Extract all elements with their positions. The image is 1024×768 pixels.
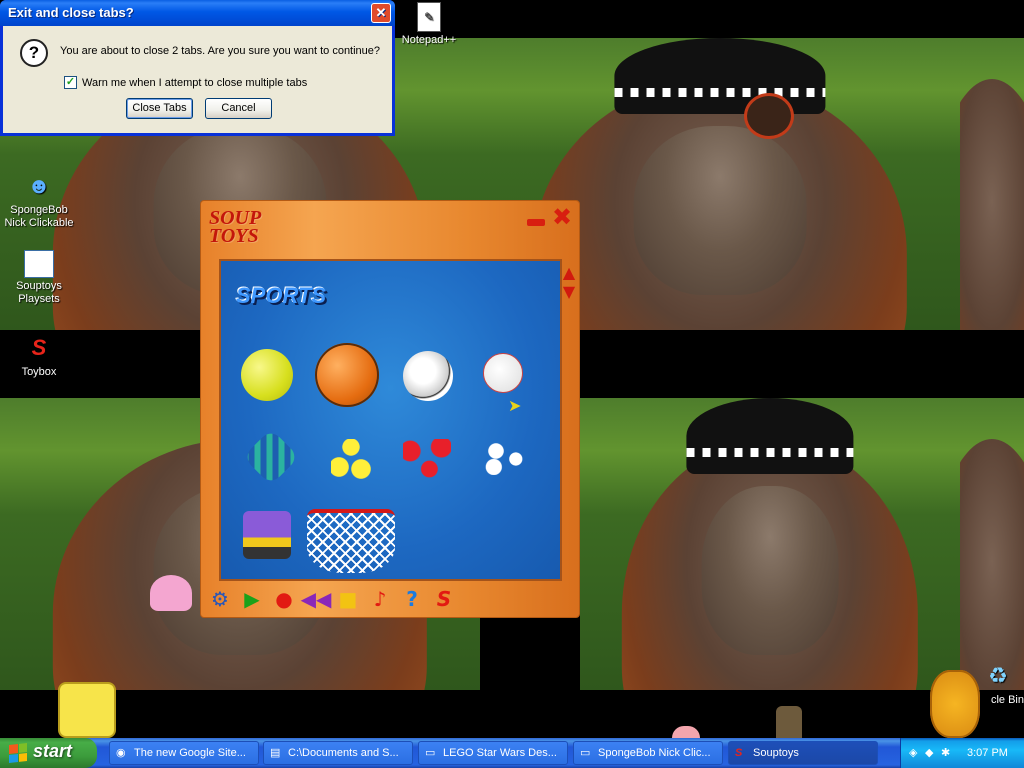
wallpaper-tile	[960, 398, 1024, 690]
window-icon	[24, 250, 54, 278]
lego-badge-icon	[744, 93, 794, 139]
souptoys-s-icon: S	[735, 747, 743, 759]
notepad-icon: ✎	[417, 2, 441, 32]
warn-checkbox[interactable]: ✓	[64, 76, 77, 89]
baseball[interactable]	[483, 353, 523, 393]
section-title: SPORTS	[236, 283, 327, 308]
close-icon: ✖	[552, 203, 573, 231]
wallpaper-tile	[960, 38, 1024, 330]
toy-panel: SPORTS	[219, 259, 562, 581]
close-tabs-dialog: Exit and close tabs? ✕ ? You are about t…	[0, 0, 395, 136]
dialog-close-button[interactable]: ✕	[371, 3, 391, 23]
help-icon[interactable]: ?	[399, 586, 425, 612]
start-label: start	[33, 741, 73, 761]
desktop-icon-spongebob[interactable]: ☻ SpongeBob Nick Clickable	[4, 170, 74, 230]
taskbar-item-documents[interactable]: ▤ C:\Documents and S...	[263, 741, 413, 765]
scroll-up-icon: ▲	[562, 263, 576, 282]
system-tray: ◈ ◆ ✱ 3:07 PM	[900, 738, 1024, 768]
white-balls[interactable]	[485, 443, 529, 475]
patrick-head-icon	[672, 726, 700, 738]
taskbar-item-souptoys[interactable]: S Souptoys	[728, 741, 878, 765]
souptoys-s-icon[interactable]: S	[431, 586, 457, 612]
record-icon[interactable]: ●	[271, 586, 297, 612]
spongebob-character-icon	[58, 682, 116, 738]
basketball-hoop[interactable]	[307, 509, 395, 573]
taskbar-item-google-sites[interactable]: ◉ The new Google Site...	[109, 741, 259, 765]
start-button[interactable]: start	[0, 738, 97, 768]
tray-icon[interactable]: ◈	[909, 746, 917, 759]
desktop-icon-toybox[interactable]: S Toybox	[4, 332, 74, 378]
folder-icon: ▤	[270, 747, 281, 759]
windows-logo-icon	[9, 743, 27, 763]
jellyfish-icon	[150, 575, 192, 611]
recycle-bin-icon: ♻	[988, 663, 1008, 688]
window-icon: ▭	[425, 747, 436, 759]
desktop-icon-playsets[interactable]: Souptoys Playsets	[4, 250, 74, 306]
taskbar-item-lego[interactable]: ▭ LEGO Star Wars Des...	[418, 741, 568, 765]
taskbar-item-spongebob[interactable]: ▭ SpongeBob Nick Clic...	[573, 741, 723, 765]
stop-icon[interactable]: ■	[335, 586, 361, 612]
cancel-button[interactable]: Cancel	[205, 98, 272, 119]
souptoys-logo: SOUP TOYS	[209, 207, 261, 247]
scroll-arrows[interactable]: ▲ ▼	[561, 263, 577, 313]
minimize-button[interactable]	[527, 219, 545, 226]
clock[interactable]: 3:07 PM	[967, 747, 1008, 759]
warn-checkbox-label: Warn me when I attempt to close multiple…	[82, 76, 308, 89]
close-tabs-button[interactable]: Close Tabs	[126, 98, 193, 119]
lego-figure-icon	[776, 706, 802, 738]
yellow-balls[interactable]	[331, 439, 371, 479]
dialog-title: Exit and close tabs?	[8, 5, 134, 20]
dialog-titlebar: Exit and close tabs? ✕	[0, 0, 395, 26]
taskbar: start ◉ The new Google Site... ▤ C:\Docume…	[0, 738, 1024, 768]
robot-icon[interactable]: ⚙	[207, 586, 233, 612]
jump-rope[interactable]	[242, 428, 300, 486]
close-icon: ✕	[375, 5, 387, 20]
tray-icon[interactable]: ✱	[941, 746, 950, 759]
roller-skate[interactable]	[243, 511, 291, 559]
tennis-ball[interactable]	[241, 349, 293, 401]
close-button[interactable]: ✖	[552, 204, 572, 230]
scroll-down-icon: ▼	[562, 282, 576, 301]
web-icon: ◉	[116, 747, 126, 759]
dialog-message: You are about to close 2 tabs. Are you s…	[60, 45, 381, 57]
mouse-cursor-icon: ➤	[508, 396, 522, 415]
window-icon: ▭	[580, 747, 591, 759]
spongebob-icon: ☻	[27, 173, 51, 198]
souptoys-s-icon: S	[31, 335, 47, 360]
play-icon[interactable]: ▶	[239, 586, 265, 612]
pineapple-icon	[930, 670, 980, 738]
souptoys-toolbar: ⚙ ▶ ● ◀◀ ■ ♪ ? S	[207, 585, 457, 613]
question-icon: ?	[20, 39, 48, 67]
wallpaper-tile	[580, 398, 960, 690]
tray-icon[interactable]: ◆	[925, 746, 933, 759]
desktop-icon-notepadpp[interactable]: ✎ Notepad++	[394, 2, 464, 46]
basketball[interactable]	[315, 343, 379, 407]
rewind-icon[interactable]: ◀◀	[301, 586, 332, 612]
soccer-ball[interactable]	[403, 351, 453, 401]
music-icon[interactable]: ♪	[367, 586, 393, 612]
souptoys-window: SOUP TOYS ✖ SPORTS ▲ ▼ ⚙ ▶ ● ◀◀ ■ ♪ ? S	[200, 200, 580, 618]
warn-checkbox-row[interactable]: ✓ Warn me when I attempt to close multip…	[64, 76, 307, 89]
red-balls[interactable]	[403, 439, 451, 479]
